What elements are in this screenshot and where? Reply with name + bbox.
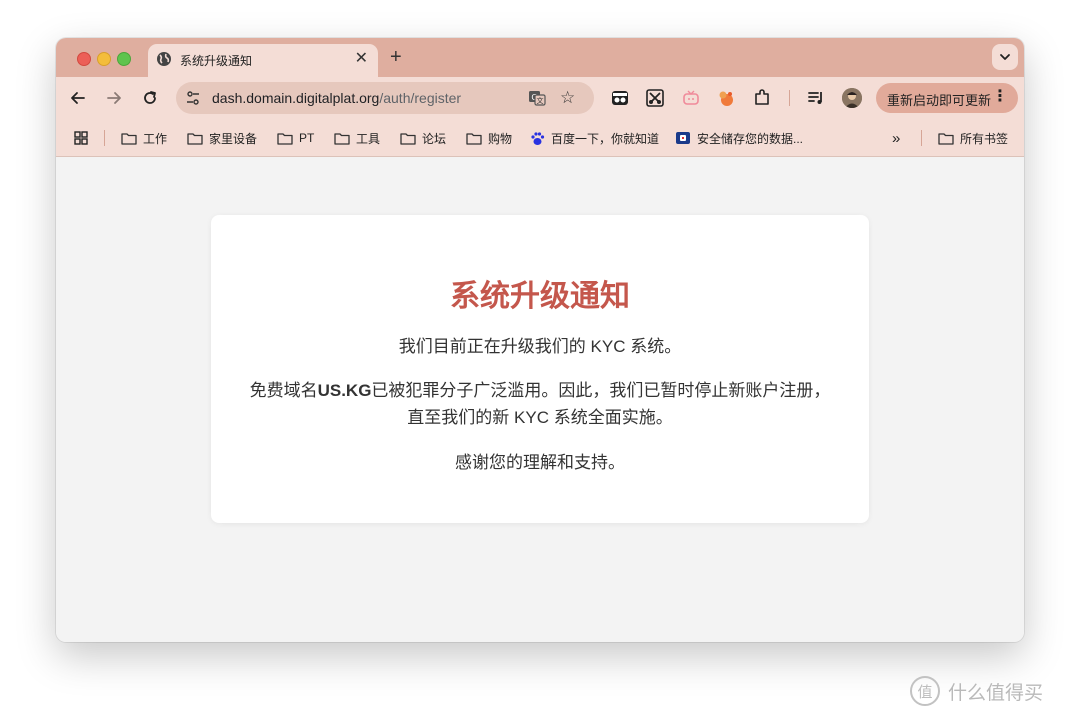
reload-icon[interactable] (140, 88, 160, 108)
all-bookmarks-folder[interactable]: 所有书签 (938, 130, 1008, 146)
bookmarks-divider (921, 130, 922, 146)
bookmark-label: 工具 (356, 131, 381, 146)
forward-arrow-icon[interactable] (104, 88, 124, 108)
watermark-text: 什么值得买 (948, 682, 1044, 704)
toolbar-divider (789, 90, 790, 106)
notice-domain: US.KG (317, 381, 372, 400)
bookmark-folder[interactable]: 工作 (121, 130, 167, 146)
bookmark-folder[interactable]: 购物 (466, 130, 512, 146)
maximize-window-button[interactable] (117, 52, 131, 66)
folder-icon (187, 132, 203, 145)
profile-avatar[interactable] (842, 88, 862, 108)
folder-icon (121, 132, 137, 145)
avatar-image-icon (842, 88, 862, 108)
notice-line-2: 免费域名US.KG已被犯罪分子广泛滥用。因此，我们已暂时停止新账户注册，直至我们… (245, 377, 835, 431)
minimize-window-button[interactable] (97, 52, 111, 66)
notice-line-2-suffix: 已被犯罪分子广泛滥用。因此，我们已暂时停止新账户注册，直至我们的新 KYC 系统… (371, 381, 831, 427)
bookmark-label: 家里设备 (209, 131, 258, 146)
bookmark-label: 论坛 (422, 131, 447, 146)
bookmark-label: 百度一下，你就知道 (551, 131, 660, 146)
bookmark-folder[interactable]: PT (277, 130, 314, 146)
apps-grid-icon[interactable] (74, 131, 88, 145)
restart-to-update-button[interactable]: 重新启动即可更新 ⋮ (876, 83, 1018, 113)
notice-line-1: 我们目前正在升级我们的 KYC 系统。 (398, 337, 682, 356)
folder-icon (466, 132, 482, 145)
notice-line-3: 感谢您的理解和支持。 (455, 453, 625, 472)
bookmark-folder[interactable]: 论坛 (400, 130, 446, 146)
bookmark-star-icon[interactable]: ☆ (560, 88, 575, 108)
notice-card: 系统升级通知 我们目前正在升级我们的 KYC 系统。 免费域名US.KG已被犯罪… (211, 215, 869, 523)
close-window-button[interactable] (77, 52, 91, 66)
translate-icon[interactable]: G 文 (528, 89, 546, 107)
extension-ublock-icon[interactable] (611, 89, 629, 107)
back-arrow-icon[interactable] (68, 88, 88, 108)
url-path: /auth/register (379, 90, 462, 106)
tab-close-icon[interactable]: ✕ (355, 49, 368, 69)
bookmark-label: 工作 (143, 131, 168, 146)
smzdm-watermark: 值 什么值得买 (910, 676, 1043, 706)
storage-site-icon (676, 132, 690, 144)
tab-bar: 系统升级通知 ✕ + (56, 38, 1024, 77)
new-tab-button[interactable]: + (390, 46, 402, 68)
address-bar[interactable]: dash.domain.digitalplat.org/auth/registe… (176, 82, 594, 114)
bookmark-label: 安全储存您的数据... (697, 131, 804, 146)
folder-icon (938, 132, 954, 145)
url-host: dash.domain.digitalplat.org (212, 90, 380, 106)
toolbar: dash.domain.digitalplat.org/auth/registe… (56, 77, 1024, 119)
bookmark-folder[interactable]: 工具 (334, 130, 380, 146)
tab-active[interactable]: 系统升级通知 ✕ (148, 44, 378, 77)
reading-list-icon[interactable] (807, 89, 825, 107)
folder-icon (400, 132, 416, 145)
baidu-paw-icon (531, 131, 545, 145)
bookmark-label: 购物 (488, 131, 513, 146)
bookmarks-bar: 工作 家里设备 PT 工具 论坛 购物 百度一下，你就知道 安全储存您的数据..… (56, 119, 1024, 157)
globe-icon (157, 52, 171, 66)
bookmark-folder[interactable]: 家里设备 (187, 130, 257, 146)
all-bookmarks-label: 所有书签 (960, 131, 1009, 146)
update-button-label: 重新启动即可更新 (887, 93, 992, 108)
more-menu-icon[interactable]: ⋮ (992, 88, 1008, 106)
svg-text:文: 文 (537, 96, 544, 105)
folder-icon (334, 132, 350, 145)
site-settings-icon[interactable] (185, 90, 201, 106)
bookmarks-overflow-icon[interactable]: » (892, 130, 900, 147)
page-content: 系统升级通知 我们目前正在升级我们的 KYC 系统。 免费域名US.KG已被犯罪… (56, 157, 1024, 642)
notice-line-2-prefix: 免费域名 (249, 381, 318, 400)
browser-window: 系统升级通知 ✕ + dash.domain.digitalplat.org/a… (56, 38, 1024, 642)
extension-tv-icon[interactable] (682, 89, 700, 107)
bookmarks-divider (104, 130, 105, 146)
url-text[interactable]: dash.domain.digitalplat.org/auth/registe… (212, 90, 461, 106)
folder-icon (277, 132, 293, 145)
tab-search-button[interactable] (992, 44, 1018, 70)
notice-title: 系统升级通知 (450, 280, 630, 313)
chevron-down-icon (1000, 54, 1010, 60)
extensions-puzzle-icon[interactable] (753, 89, 771, 107)
extension-scissors-icon[interactable] (646, 89, 664, 107)
watermark-seal-icon: 值 (910, 676, 940, 706)
bookmark-baidu[interactable]: 百度一下，你就知道 (530, 130, 659, 146)
extension-cloud-icon[interactable] (717, 89, 735, 107)
bookmark-label: PT (299, 131, 315, 145)
bookmark-secure-storage[interactable]: 安全储存您的数据... (675, 130, 803, 146)
tab-title: 系统升级通知 (180, 54, 253, 68)
